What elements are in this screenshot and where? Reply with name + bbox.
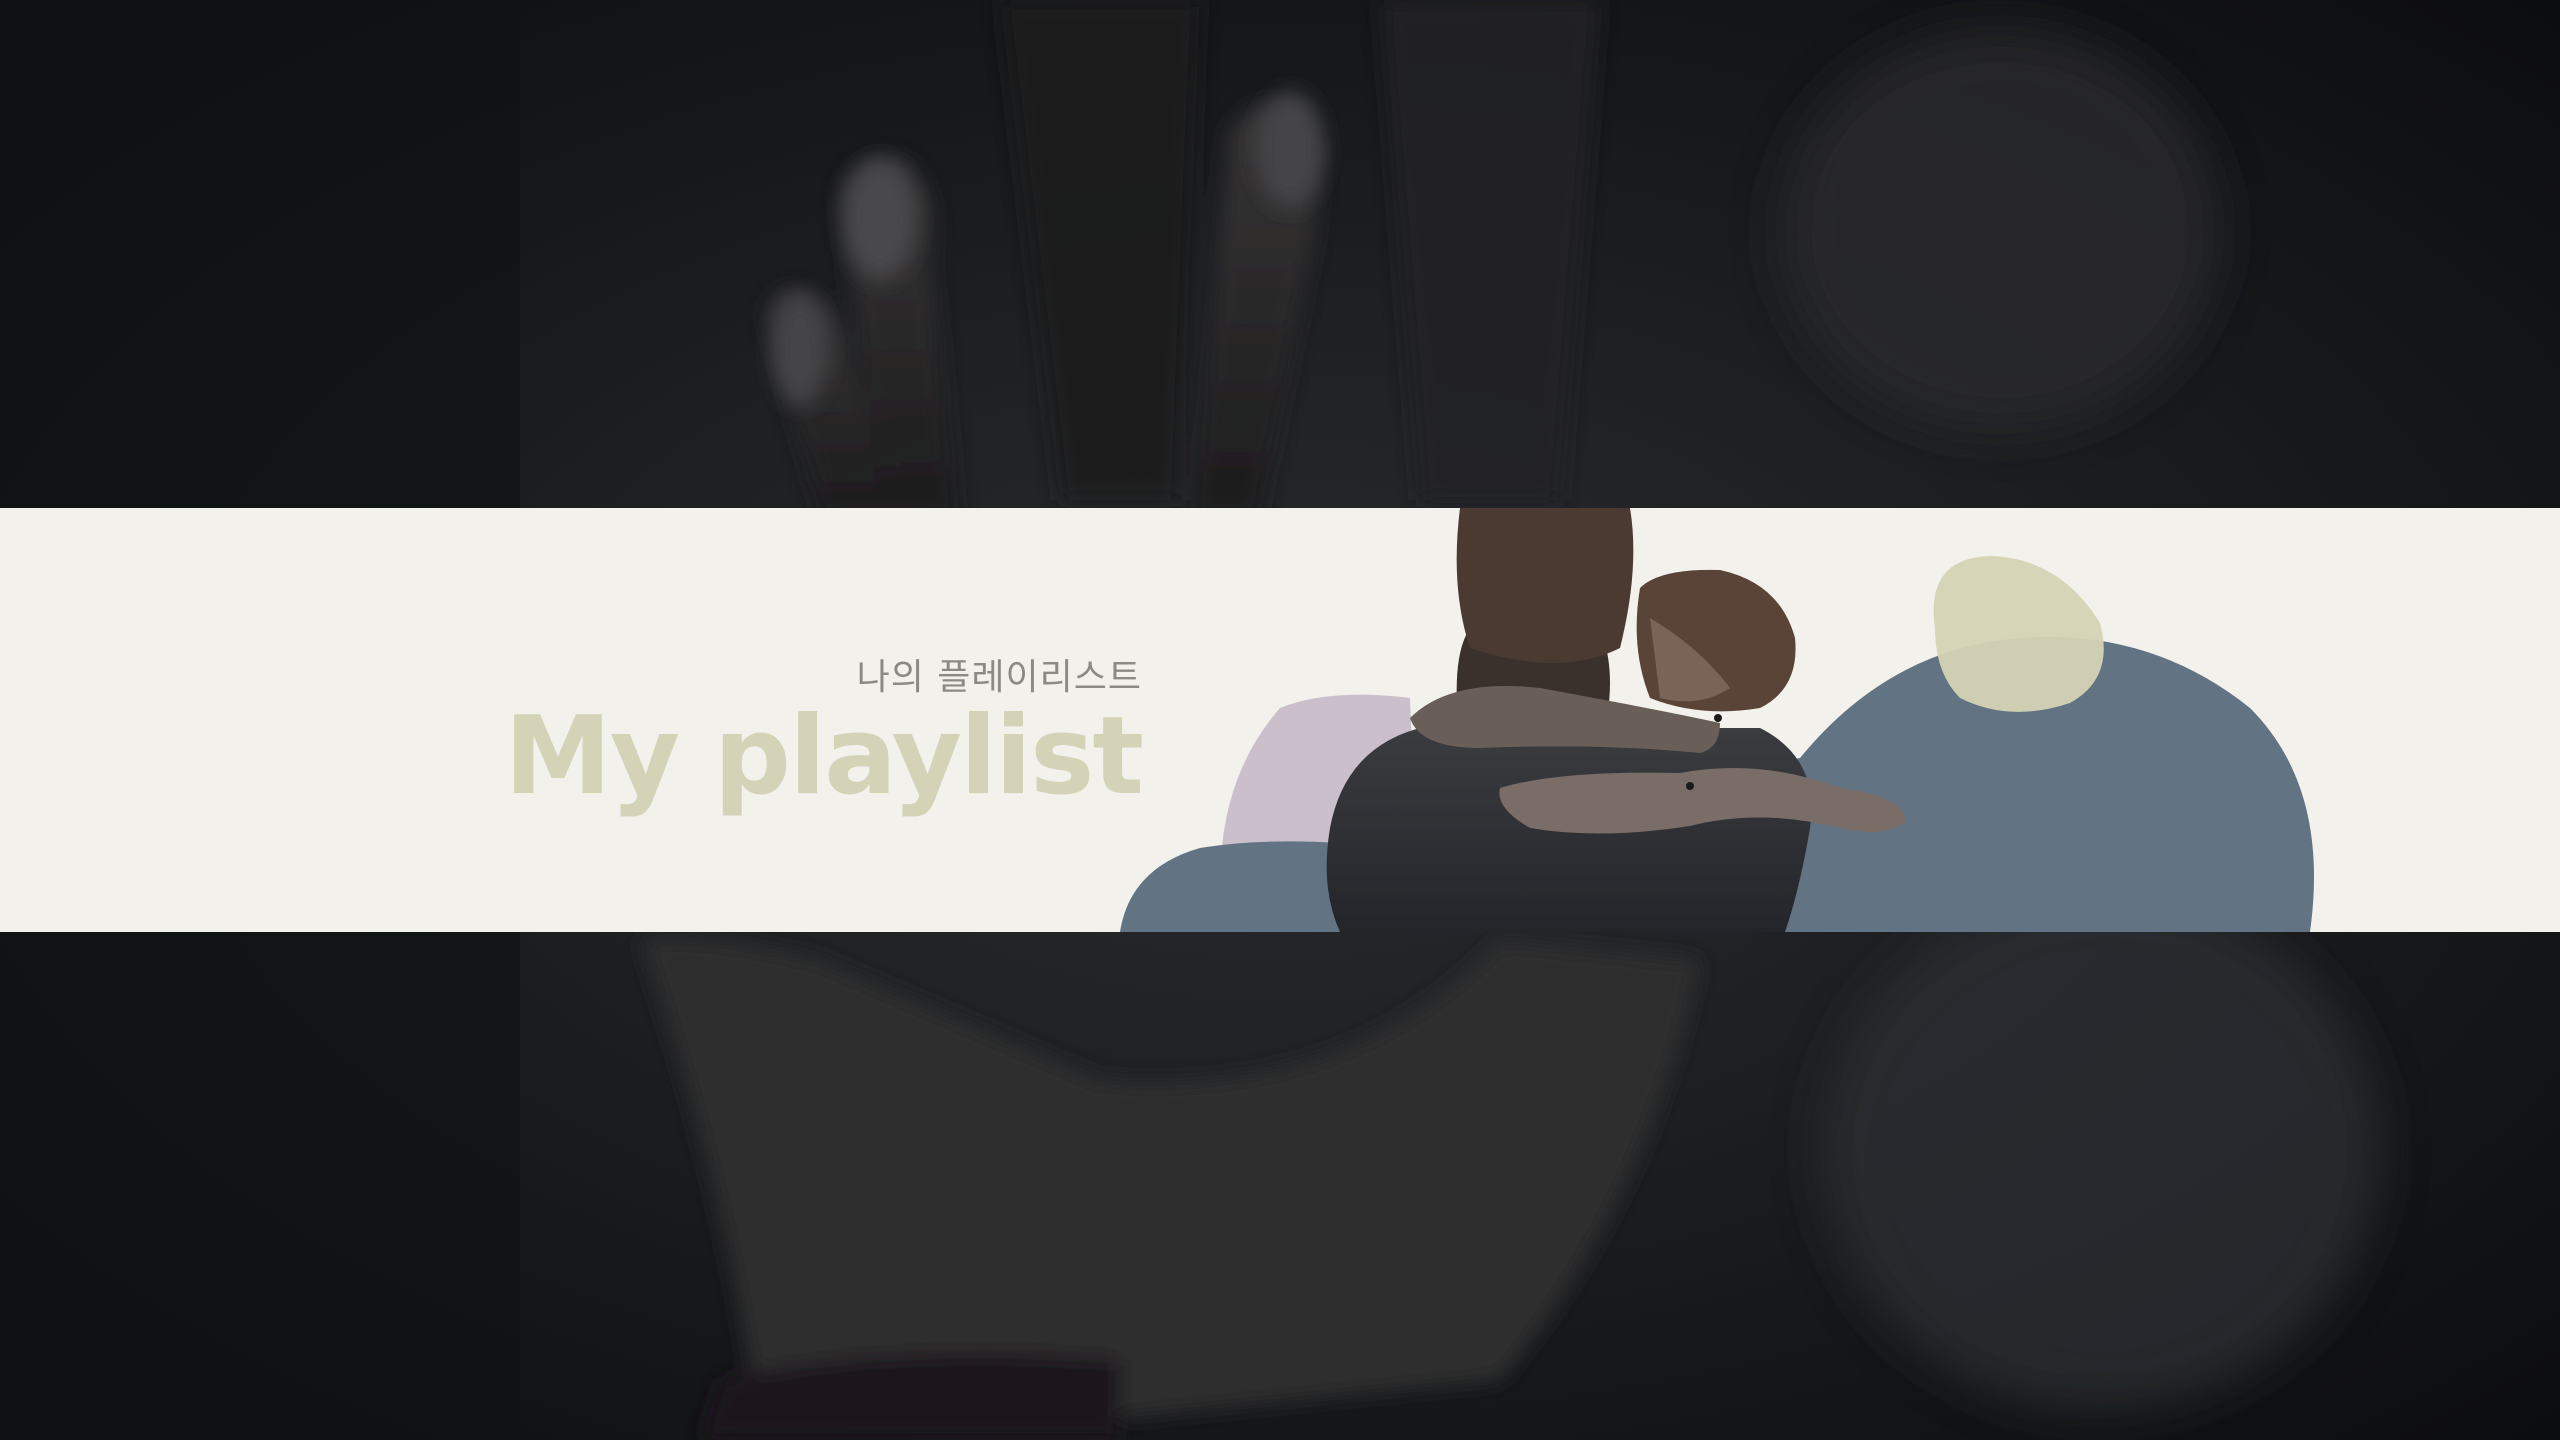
banner-band: 나의 플레이리스트 My playlist (0, 508, 2560, 932)
olive-blob (1933, 556, 2104, 712)
playlist-title: My playlist (504, 694, 1144, 819)
playlist-subtitle: 나의 플레이리스트 (856, 657, 1142, 698)
banner-artwork (1120, 508, 2314, 932)
